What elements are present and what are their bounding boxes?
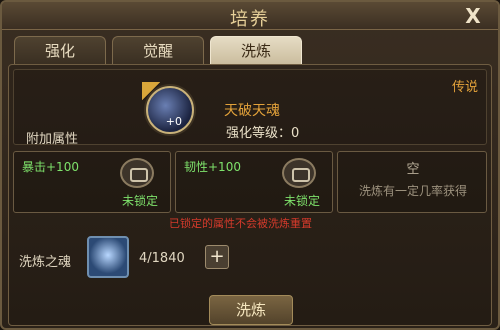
slot-attribute: 暴击+100 [22, 160, 79, 174]
item-level-badge: +0 [165, 115, 182, 128]
item-name: 天破天魂 [224, 103, 280, 119]
attribute-slot-empty: 空 洗炼有一定几率获得 [337, 151, 487, 213]
refine-soul-icon[interactable] [87, 236, 129, 278]
lock-toggle-icon[interactable] [282, 158, 316, 188]
empty-slot-description: 洗炼有一定几率获得 [358, 184, 467, 198]
quality-corner-icon [142, 82, 160, 100]
tab-refine[interactable]: 洗炼 [210, 36, 302, 64]
item-panel: 传说 +0 天破天魂 强化等级：0 附加属性 [13, 69, 487, 147]
attribute-slot-crit: 暴击+100 未锁定 [13, 151, 171, 213]
tab-awaken[interactable]: 觉醒 [112, 36, 204, 64]
attribute-slots: 暴击+100 未锁定 韧性+100 未锁定 空 洗炼有一定几率获得 [13, 151, 487, 213]
slot-status: 未锁定 [283, 194, 320, 208]
slot-attribute: 韧性+100 [184, 160, 241, 174]
refine-button[interactable]: 洗炼 [209, 295, 293, 325]
extra-attr-label: 附加属性 [26, 132, 79, 147]
material-label: 洗炼之魂 [19, 255, 72, 270]
cultivate-window: 培养 X 强化 觉醒 洗炼 传说 +0 天破天魂 强化等级：0 附加属性 暴击+… [0, 0, 500, 330]
equipment-icon[interactable]: +0 [142, 82, 194, 134]
attribute-slot-toughness: 韧性+100 未锁定 [175, 151, 333, 213]
enhance-level: 强化等级：0 [226, 126, 300, 141]
lock-toggle-icon[interactable] [120, 158, 154, 188]
lock-warning: 已锁定的属性不会被洗炼重置 [169, 217, 312, 230]
close-button[interactable]: X [460, 3, 486, 29]
quality-label: 传说 [451, 80, 478, 95]
refine-panel: 传说 +0 天破天魂 强化等级：0 附加属性 暴击+100 未锁定 韧性+100… [8, 64, 492, 326]
titlebar: 培养 X [2, 2, 498, 30]
material-count: 4/1840 [139, 251, 185, 266]
slot-status: 未锁定 [121, 194, 158, 208]
empty-slot-title: 空 [406, 162, 420, 177]
window-title: 培养 [230, 9, 270, 30]
tab-enhance[interactable]: 强化 [14, 36, 106, 64]
add-material-button[interactable]: + [205, 245, 229, 269]
